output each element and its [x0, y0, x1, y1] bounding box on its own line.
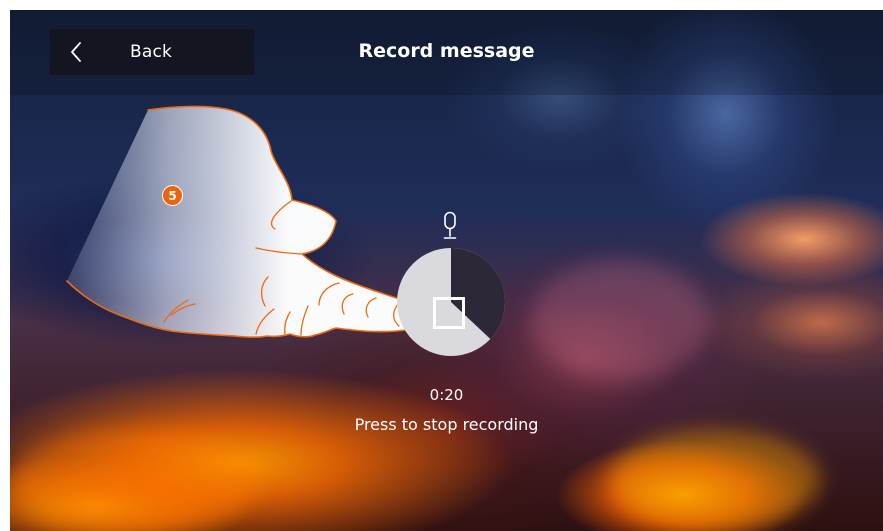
top-bar: Back Record message [10, 10, 883, 95]
stop-icon[interactable] [433, 297, 465, 329]
page-title: Record message [358, 40, 535, 62]
microphone-icon [443, 211, 457, 239]
step-badge: 5 [162, 185, 183, 206]
intercom-screen: Back Record message 5 0:20 Press to stop… [10, 10, 883, 531]
recording-instruction: Press to stop recording [354, 415, 539, 434]
recording-timer: 0:20 [429, 386, 464, 404]
